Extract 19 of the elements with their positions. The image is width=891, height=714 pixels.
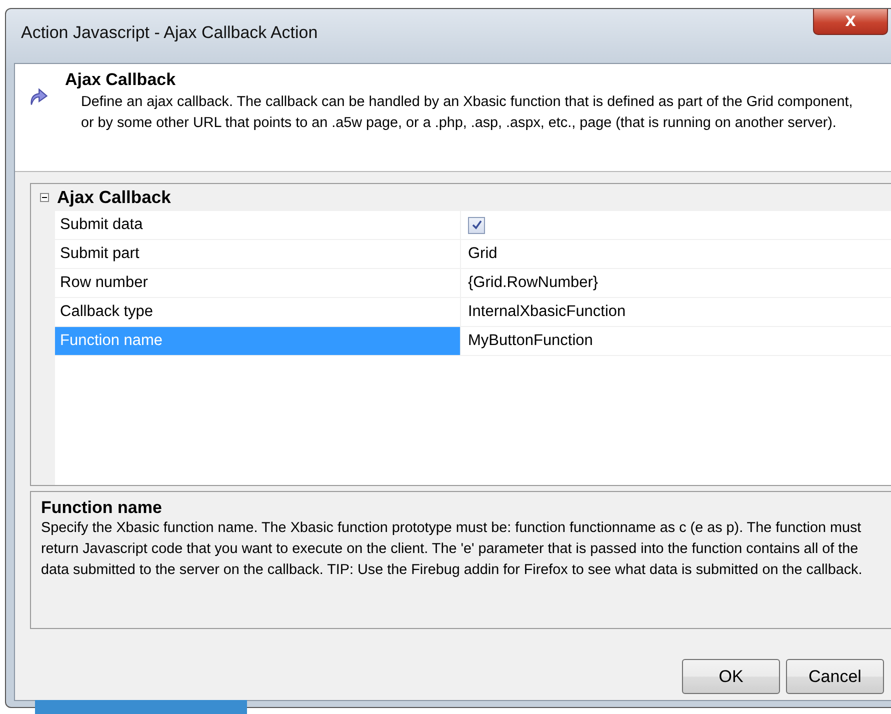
category-label: Ajax Callback [57,187,171,208]
cancel-button[interactable]: Cancel [786,659,884,694]
checkbox[interactable] [468,216,485,234]
checkmark-icon [470,219,482,231]
help-text: Specify the Xbasic function name. The Xbasic function prototype must be: function functionname as c (e as p). The function must return Javascript code that you want to execute on the client. The 'e' parameter that is passed into the function contains all of the data submitted to the server on the callback. TIP: Use the Firebug addin for Firefox to see what data is submitted on the callback. [41,519,864,580]
close-button[interactable]: X [813,9,888,35]
property-name[interactable]: Submit part [55,240,461,269]
property-value[interactable]: {Grid.RowNumber} [468,274,598,292]
window-title: Action Javascript - Ajax Callback Action [21,23,318,43]
header-description: Define an ajax callback. The callback can be handled by an Xbasic function that is defined as part of the Grid component, or by some other URL that points to an .a5w page, or a .php, .asp, .aspx, etc., page (that is running on another server). [81,93,854,133]
property-name[interactable]: Row number [55,269,461,298]
header-title: Ajax Callback [65,70,177,90]
help-title: Function name [41,498,163,518]
property-value[interactable]: Grid [468,245,498,263]
property-name[interactable]: Submit data [55,211,461,240]
collapse-toggle-icon[interactable] [40,193,48,202]
property-value[interactable]: InternalXbasicFunction [468,303,626,321]
property-value[interactable]: MyButtonFunction [468,332,593,350]
ok-button[interactable]: OK [682,659,780,694]
